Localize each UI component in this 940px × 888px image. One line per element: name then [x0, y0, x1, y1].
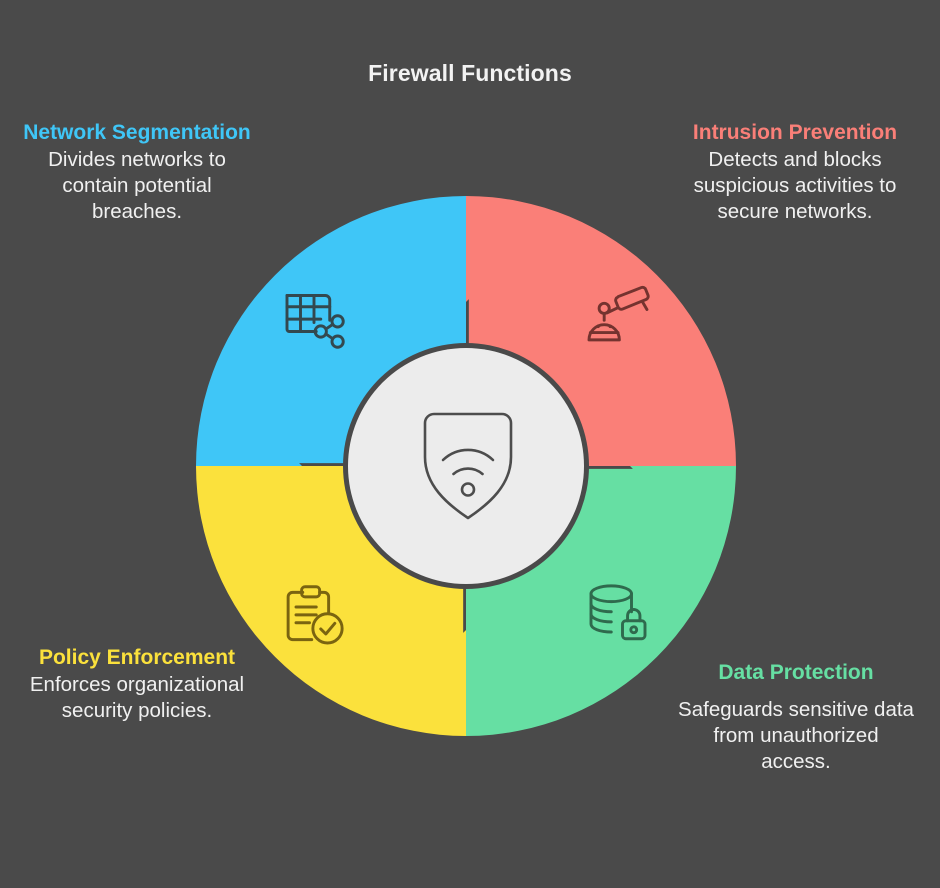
label-desc-intrusion-prevention: Detects and blocks suspicious activities…	[693, 147, 897, 223]
label-title-policy-enforcement: Policy Enforcement	[38, 646, 236, 669]
clipboard-check-icon	[278, 580, 350, 652]
label-policy-enforcement: Policy Enforcement Enforces organization…	[22, 645, 252, 724]
label-desc-network-segmentation: Divides networks to contain potential br…	[48, 147, 226, 223]
cctv-camera-intruder-icon	[580, 278, 652, 350]
firewall-functions-infographic: Firewall Functions Network Segmentation …	[0, 0, 940, 888]
donut-chart	[196, 196, 736, 736]
shield-wifi-icon	[416, 408, 520, 524]
label-title-intrusion-prevention: Intrusion Prevention	[692, 121, 898, 144]
label-title-data-protection: Data Protection	[718, 661, 874, 684]
label-intrusion-prevention: Intrusion Prevention Detects and blocks …	[678, 120, 912, 225]
database-lock-icon	[582, 578, 654, 650]
label-desc-data-protection: Safeguards sensitive data from unauthori…	[678, 697, 914, 773]
page-title: Firewall Functions	[368, 60, 572, 86]
label-network-segmentation: Network Segmentation Divides networks to…	[22, 120, 252, 225]
label-desc-policy-enforcement: Enforces organizational security policie…	[29, 672, 245, 722]
label-data-protection: Data Protection Safeguards sensitive dat…	[676, 660, 916, 775]
table-share-network-icon	[278, 282, 350, 354]
label-title-network-segmentation: Network Segmentation	[23, 121, 251, 144]
